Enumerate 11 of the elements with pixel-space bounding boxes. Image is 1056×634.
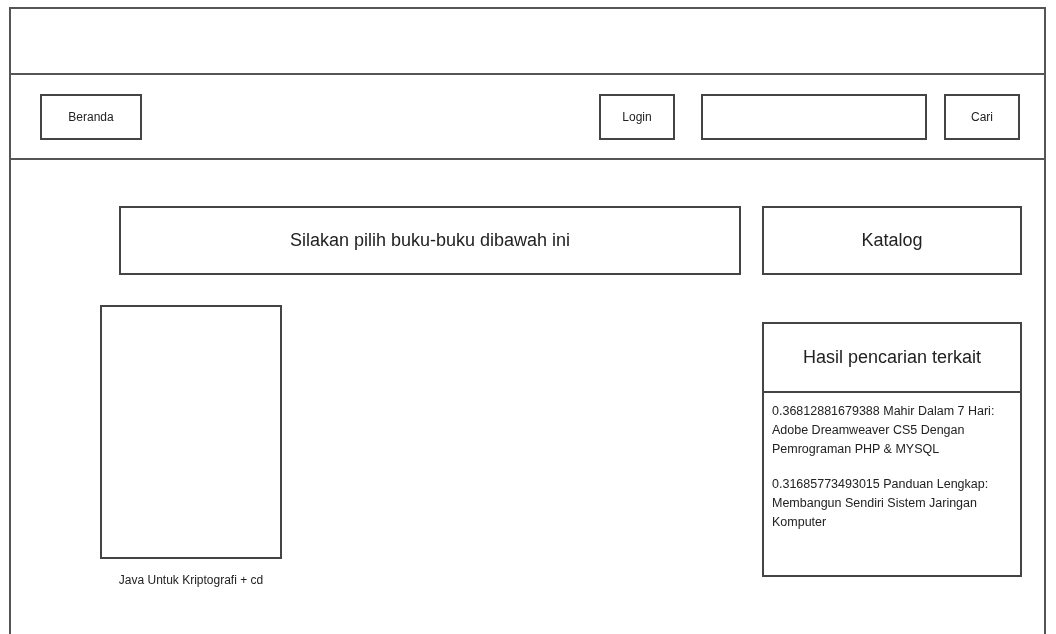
result-link[interactable]: 0.36812881679388 Mahir Dalam 7 Hari: Adobe Dreamweaver CS5 Dengan Pemrograman PHP & MYSQL <box>772 402 1012 459</box>
result-link[interactable]: 0.31685773493015 Panduan Lengkap: Membangun Sendiri Sistem Jaringan Komputer <box>772 475 1012 532</box>
book-title[interactable]: Java Untuk Kriptografi + cd <box>118 571 264 589</box>
banner: Silakan pilih buku-buku dibawah ini <box>119 206 741 275</box>
catalog-button[interactable]: Katalog <box>762 206 1022 275</box>
search-button[interactable]: Cari <box>944 93 1020 140</box>
book-cover-placeholder[interactable] <box>100 305 282 559</box>
home-button[interactable]: Beranda <box>40 93 142 140</box>
search-field[interactable] <box>701 93 927 140</box>
panel-title: Hasil pencarian terkait <box>802 346 982 369</box>
login-button[interactable]: Login <box>599 93 675 140</box>
